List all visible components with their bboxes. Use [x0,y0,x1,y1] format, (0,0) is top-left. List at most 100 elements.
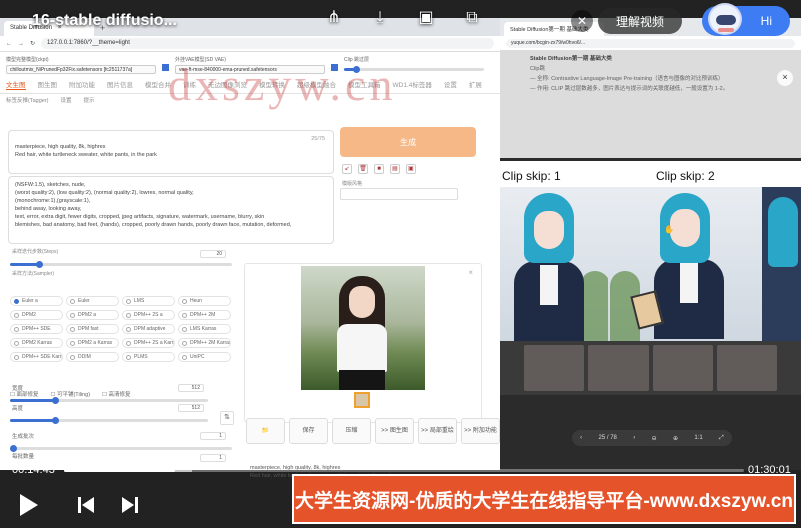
tab-11[interactable]: 设置 [444,79,457,90]
output-action-button[interactable]: >> 附加功能 [461,418,500,444]
back-icon[interactable]: ← [6,41,12,47]
height-slider[interactable] [10,417,208,424]
right-url-field[interactable]: yuque.com/bcgin-zx79/w0hvo6/... [506,38,795,48]
sampler-option[interactable]: DPM++ SDE [10,324,63,334]
radio-icon [14,354,19,360]
doc-line-definition: — 全称: Contrastive Language-Image Pre-tra… [530,76,724,82]
tab-12[interactable]: 扩展 [469,79,482,90]
clear-icon[interactable]: 🗑 [358,164,368,174]
sampler-option[interactable]: DPM++ 2S a [122,310,175,320]
sampler-label: DPM2 a Karras [78,340,113,346]
tab-3[interactable]: 图片信息 [107,79,133,90]
sampler-option[interactable]: DPM2 [10,310,63,320]
sampler-option[interactable]: Euler [66,296,119,306]
sampler-option[interactable]: DPM2 a [66,310,119,320]
option-checkbox[interactable]: 高清修复 [102,390,131,398]
steps-slider[interactable] [10,261,232,268]
tab-1[interactable]: 图生图 [38,79,58,90]
thumbnail[interactable] [716,345,777,391]
tab-2[interactable]: 附加功能 [69,79,95,90]
sampler-label: DPM++ 2S a Karras [134,340,175,346]
tab-10[interactable]: WD1.4标签器 [393,79,432,90]
next-icon[interactable] [122,497,138,513]
width-value[interactable]: 512 [178,384,204,392]
model-select[interactable]: chilloutmix_NiPrunedFp32Fix.safetensors … [6,65,156,74]
forward-icon[interactable]: → [18,41,24,47]
lightbox-close-icon[interactable]: × [777,70,793,86]
batch-size-value[interactable]: 1 [200,454,226,462]
robot-avatar-icon[interactable] [708,3,742,35]
sampler-option[interactable]: DPM2 a Karras [66,338,119,348]
batch-count-slider[interactable] [10,445,232,452]
right-address-bar: yuque.com/bcgin-zx79/w0hvo6/... [500,36,801,50]
zoom-in-icon[interactable]: ⊕ [673,435,678,442]
sampler-option[interactable]: LMS [122,296,175,306]
batch-count-value[interactable]: 1 [200,432,226,440]
sampler-option[interactable]: DPM++ 2M Karras [178,338,231,348]
sampler-option[interactable]: DPM2 Karras [10,338,63,348]
sampler-label: Heun [190,298,202,304]
sampler-option[interactable]: Euler a [10,296,63,306]
steps-value[interactable]: 20 [200,250,226,258]
prev-image-icon[interactable]: ‹ [580,435,582,441]
height-value[interactable]: 512 [178,404,204,412]
screenshot-icon[interactable]: ▣ [416,8,436,28]
clip-skip-comparison-image[interactable]: Clip skip: 1 Clip skip: 2 ✋ [500,161,801,341]
output-action-button[interactable]: >> 图生图 [375,418,414,444]
positive-prompt[interactable]: masterpiece, high quality, 8k, highres R… [8,130,334,174]
gallery-close-icon[interactable]: × [468,268,473,277]
sampler-option[interactable]: DPM fast [66,324,119,334]
sampler-option[interactable]: LMS Karras [178,324,231,334]
output-action-button[interactable]: 📁 [246,418,285,444]
extra-networks-icon[interactable]: ■ [374,164,384,174]
output-action-button[interactable]: >> 局部重绘 [418,418,457,444]
fullscreen-icon[interactable]: ⤢ [719,435,724,442]
anime-image-3 [762,187,801,341]
thumbnail[interactable] [588,345,649,391]
sampler-option[interactable]: DPM++ SDE Karras [10,352,63,362]
sub-tab-1[interactable]: 设置 [60,96,71,104]
download-icon[interactable]: ⤓ [370,8,390,28]
sampler-option[interactable]: DPM++ 2S a Karras [122,338,175,348]
previous-icon[interactable] [78,497,94,513]
sampler-label: PLMS [134,354,148,360]
sampler-option[interactable]: DDIM [66,352,119,362]
close-icon[interactable]: ✕ [571,10,593,32]
progress-bar[interactable] [64,469,744,472]
width-slider[interactable] [10,397,208,404]
thumbnail[interactable] [652,345,713,391]
sampler-option[interactable]: PLMS [122,352,175,362]
next-image-icon[interactable]: › [633,435,635,441]
pip-icon[interactable]: ⧉ [462,8,482,28]
batch-size-label: 每批数量 [12,454,35,460]
apply-style-icon[interactable]: ▣ [406,164,416,174]
zoom-reset[interactable]: 1:1 [694,435,702,441]
sampler-option[interactable]: Heun [178,296,231,306]
negative-prompt[interactable]: (NSFW:1.5), sketches, nude, (worst quali… [8,176,334,244]
thumbnail[interactable] [524,345,585,391]
video-player[interactable]: Stable Diffusion × + ← → ↻ 127.0.0.1:7860… [0,0,801,528]
sampler-option[interactable]: UniPC [178,352,231,362]
sampler-label: Euler [78,298,90,304]
zoom-out-icon[interactable]: ⊖ [652,435,657,442]
understand-video-button[interactable]: 理解视频 [598,8,682,34]
gallery-thumbnail[interactable] [354,392,370,408]
generated-image[interactable] [301,266,425,390]
sub-tab-2[interactable]: 提示 [84,96,95,104]
generate-button[interactable]: 生成 [340,127,476,157]
paste-params-icon[interactable]: ↙ [342,164,352,174]
url-field[interactable]: 127.0.0.1:7860/?__theme=light [41,38,494,49]
save-style-icon[interactable]: ▤ [390,164,400,174]
swap-dimensions-icon[interactable]: ⇅ [220,411,234,425]
reload-icon[interactable]: ↻ [30,40,35,47]
share-icon[interactable]: ⋔ [324,8,344,28]
sub-tab-0[interactable]: 标签反推(Tagger) [6,96,48,104]
output-action-button[interactable]: 压缩 [332,418,371,444]
play-icon[interactable] [20,494,38,516]
sampler-option[interactable]: DPM adaptive [122,324,175,334]
tab-0[interactable]: 文生图 [6,79,26,90]
sampler-option[interactable]: DPM++ 2M [178,310,231,320]
output-action-button[interactable]: 保存 [289,418,328,444]
style-select[interactable] [340,188,458,200]
batch-count-label: 生成批次 [12,434,35,440]
